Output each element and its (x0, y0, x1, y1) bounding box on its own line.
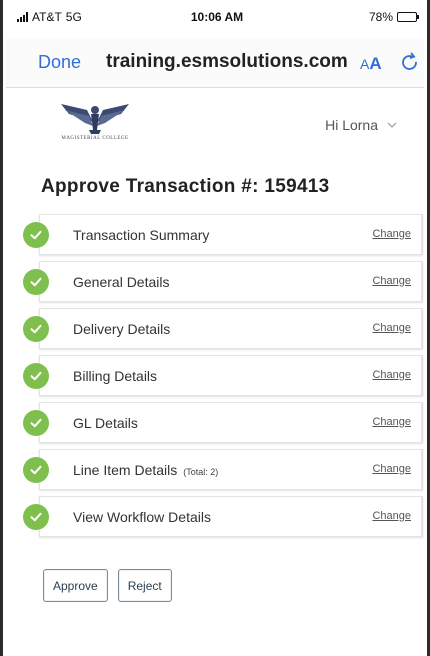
device-frame: AT&T 5G 10:06 AM 78% Done training.esmso… (0, 0, 430, 656)
change-link[interactable]: Change (372, 369, 411, 381)
battery-icon (397, 12, 419, 22)
change-link[interactable]: Change (372, 322, 411, 334)
text-size-large: A (369, 54, 382, 73)
check-circle-icon (23, 316, 49, 342)
section-title: View Workflow Details (73, 509, 211, 525)
action-buttons: Approve Reject (43, 569, 172, 602)
section-label: View Workflow Details (73, 509, 211, 525)
section-row[interactable]: View Workflow Details Change (23, 493, 423, 540)
section-title: GL Details (73, 415, 138, 431)
approve-button[interactable]: Approve (43, 569, 108, 602)
section-label: Billing Details (73, 368, 157, 384)
section-row[interactable]: Delivery Details Change (23, 305, 423, 352)
battery-info: 78% (368, 10, 419, 24)
status-bar: AT&T 5G 10:06 AM 78% (17, 8, 419, 26)
user-greeting: Hi Lorna (325, 117, 378, 133)
check-circle-icon (23, 222, 49, 248)
check-circle-icon (23, 457, 49, 483)
section-row[interactable]: General Details Change (23, 258, 423, 305)
address-url[interactable]: training.esmsolutions.com (106, 51, 348, 73)
college-logo[interactable]: MAGISTERIAL COLLEGE (39, 96, 151, 146)
reject-button[interactable]: Reject (117, 569, 172, 602)
check-circle-icon (23, 504, 49, 530)
check-circle-icon (23, 410, 49, 436)
battery-percent: 78% (368, 10, 393, 24)
section-row[interactable]: GL Details Change (23, 399, 423, 446)
section-title: Transaction Summary (73, 227, 210, 243)
change-link[interactable]: Change (372, 416, 411, 428)
change-link[interactable]: Change (372, 463, 411, 475)
logo-caption: MAGISTERIAL COLLEGE (61, 136, 129, 141)
section-label: Transaction Summary (73, 227, 209, 243)
text-size-button[interactable]: AA (360, 54, 382, 74)
section-title: General Details (73, 274, 170, 290)
text-size-small: A (360, 56, 370, 72)
clock: 10:06 AM (190, 10, 244, 24)
section-note: (Total: 2) (183, 467, 219, 477)
user-menu[interactable]: Hi Lorna (325, 117, 397, 133)
section-row[interactable]: Transaction Summary Change (23, 211, 423, 258)
browser-toolbar: Done training.esmsolutions.com AA (6, 38, 424, 88)
check-circle-icon (23, 363, 49, 389)
section-label: GL Details (73, 415, 138, 431)
section-title: Delivery Details (73, 321, 171, 337)
check-circle-icon (23, 269, 49, 295)
page-title: Approve Transaction #: 159413 (41, 176, 330, 197)
change-link[interactable]: Change (372, 228, 411, 240)
section-label: Line Item Details (Total: 2) (73, 462, 218, 478)
change-link[interactable]: Change (372, 510, 411, 522)
section-title: Billing Details (73, 368, 158, 384)
section-row[interactable]: Billing Details Change (23, 352, 423, 399)
section-title: Line Item Details (73, 462, 178, 478)
change-link[interactable]: Change (372, 275, 411, 287)
section-row[interactable]: Line Item Details (Total: 2) Change (23, 446, 423, 493)
section-label: Delivery Details (73, 321, 170, 337)
section-label: General Details (73, 274, 170, 290)
chevron-down-icon (387, 122, 397, 128)
reload-icon[interactable] (400, 50, 420, 72)
done-button[interactable]: Done (38, 52, 81, 73)
section-list: Transaction Summary Change General Details… (23, 211, 423, 540)
